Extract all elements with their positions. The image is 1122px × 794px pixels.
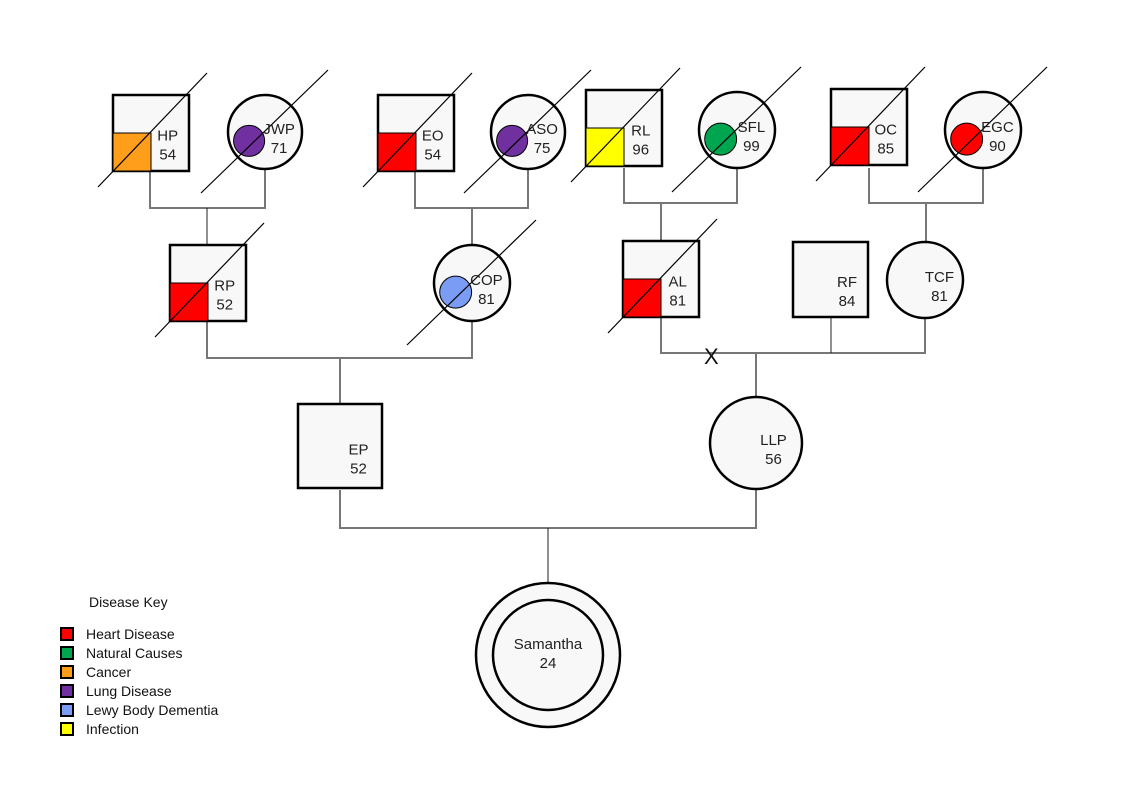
person-age: 24	[540, 655, 557, 672]
legend-swatch-heart	[60, 626, 74, 641]
relationship-lines: X	[149, 168, 984, 593]
disease-marker	[233, 124, 266, 157]
person-eo: EO 54	[362, 72, 473, 188]
couple-line-oc-egc	[868, 168, 984, 204]
person-age: 75	[534, 140, 551, 157]
person-initials: ASO	[526, 121, 558, 138]
legend-swatch-natural	[60, 645, 74, 660]
person-initials: LLP	[760, 432, 787, 449]
person-initials: EGC	[981, 119, 1014, 136]
people-nodes: HP 54 JWP 71 EO 54 ASO 75 RL 96 SFL 99 OC 85 EGC 90 RP 52…	[97, 66, 1048, 729]
person-age: 56	[765, 451, 782, 468]
legend-label: Cancer	[86, 663, 132, 680]
person-age: 52	[216, 297, 233, 314]
person-rf: RF 84	[791, 240, 870, 319]
person-initials: JWP	[263, 121, 295, 138]
person-age: 99	[743, 138, 760, 155]
person-initials: RP	[214, 278, 235, 295]
couple-line-hp-jwp	[149, 170, 266, 209]
couple-line-eo-aso	[414, 170, 529, 209]
person-initials: OC	[874, 122, 897, 139]
legend-item-cancer: Cancer	[60, 662, 218, 681]
divorce-marker: X	[704, 344, 719, 369]
legend-item-natural: Natural Causes	[60, 643, 218, 662]
legend-item-infection: Infection	[60, 719, 218, 738]
person-llp: LLP 56	[708, 395, 804, 491]
person-rp: RP 52	[154, 222, 265, 338]
person-initials: RF	[837, 274, 857, 291]
person-age: 71	[271, 140, 288, 157]
legend-label: Lung Disease	[86, 682, 172, 699]
person-initials: TCF	[925, 269, 954, 286]
person-age: 90	[989, 138, 1006, 155]
person-hp: HP 54	[97, 72, 208, 188]
disease-marker	[704, 122, 738, 156]
disease-marker	[439, 275, 473, 309]
person-initials: Samantha	[514, 636, 583, 653]
legend-label: Heart Disease	[86, 625, 175, 642]
disease-marker	[950, 122, 984, 156]
person-initials: EO	[422, 128, 444, 145]
couple-line-rl-sfl	[623, 168, 738, 204]
person-initials: SFL	[738, 119, 766, 136]
person-age: 81	[478, 291, 495, 308]
person-age: 85	[877, 141, 894, 158]
legend-label: Infection	[86, 720, 139, 737]
disease-key-title: Disease Key	[89, 594, 168, 610]
person-initials: RL	[631, 123, 650, 140]
legend-label: Lewy Body Dementia	[86, 701, 219, 718]
legend-swatch-lewy	[60, 702, 74, 717]
legend-label: Natural Causes	[86, 644, 183, 661]
disease-key: Disease Key Heart Disease Natural Causes C…	[60, 594, 218, 738]
person-samantha: Samantha 24	[474, 581, 622, 729]
couple-line-ep-llp	[339, 490, 757, 529]
legend-item-lewy: Lewy Body Dementia	[60, 700, 218, 719]
person-age: 54	[159, 147, 176, 164]
person-age: 52	[350, 460, 367, 477]
person-age: 96	[632, 142, 649, 159]
legend-swatch-lung	[60, 683, 74, 698]
person-rl: RL 96	[570, 67, 681, 183]
couple-line-rp-cop	[206, 321, 473, 359]
disease-marker	[496, 124, 529, 157]
person-age: 81	[669, 293, 686, 310]
person-initials: AL	[669, 274, 687, 291]
legend-swatch-cancer	[60, 664, 74, 679]
person-ep: EP 52	[296, 402, 384, 490]
person-al: AL 81	[607, 218, 718, 334]
legend-item-heart: Heart Disease	[60, 624, 218, 643]
female-symbol	[708, 395, 804, 491]
person-age: 84	[839, 293, 856, 310]
male-symbol	[296, 402, 384, 490]
person-tcf: TCF 81	[885, 240, 965, 320]
couple-line-al-rf-tcf	[660, 316, 926, 354]
person-initials: COP	[470, 272, 503, 289]
legend-item-lung: Lung Disease	[60, 681, 218, 700]
person-oc: OC 85	[815, 66, 926, 182]
person-initials: HP	[157, 128, 178, 145]
legend-swatch-infection	[60, 721, 74, 736]
person-age: 54	[424, 147, 441, 164]
person-initials: EP	[348, 441, 368, 458]
person-age: 81	[931, 288, 948, 305]
